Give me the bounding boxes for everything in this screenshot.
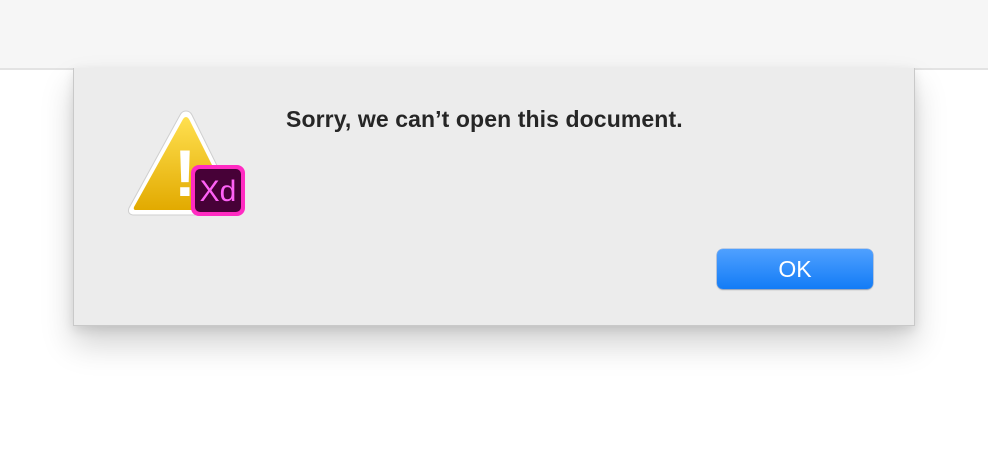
warning-xd-icon: ! Xd	[126, 108, 250, 224]
xd-badge-text: Xd	[200, 175, 237, 208]
alert-message: Sorry, we can’t open this document.	[286, 106, 683, 132]
alert-dialog: ! Xd Sorry, we can’t open this document.…	[73, 68, 915, 326]
window-toolbar-background	[0, 0, 988, 70]
ok-button[interactable]: OK	[717, 249, 873, 289]
